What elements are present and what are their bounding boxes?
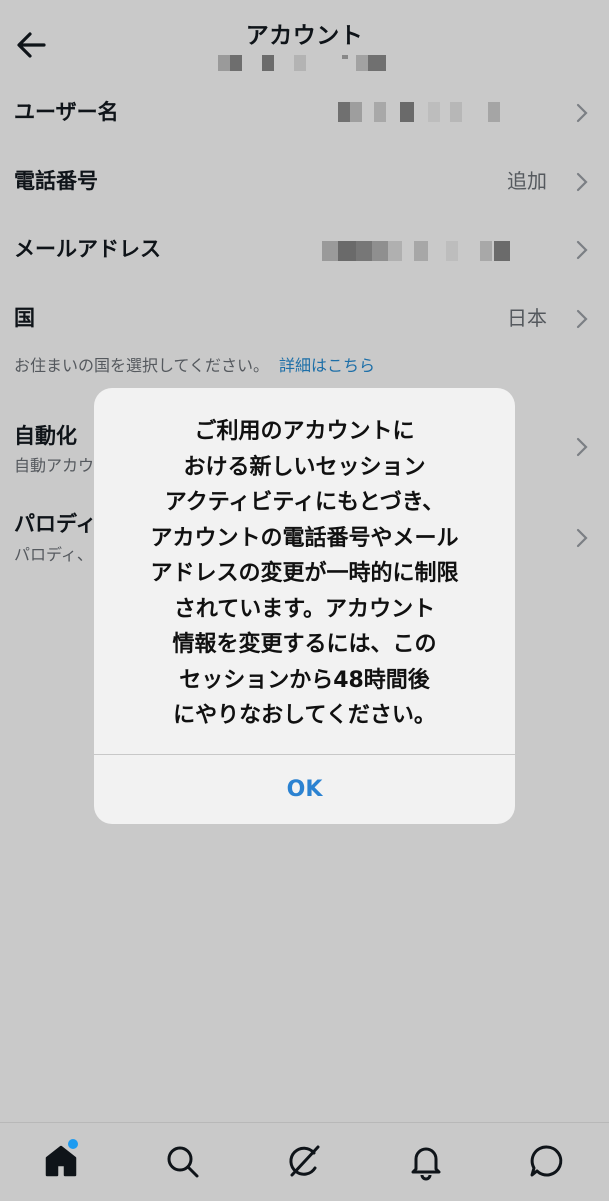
tab-notifications[interactable] xyxy=(406,1141,446,1181)
learn-more-link[interactable]: 詳細はこちら xyxy=(279,356,375,375)
username-redacted xyxy=(218,55,386,71)
dialog-line: 情報を変更するには、この xyxy=(172,632,437,657)
row-label: ユーザー名 xyxy=(14,100,119,124)
tab-grok[interactable] xyxy=(284,1141,324,1181)
dialog-line: アカウントの電話番号やメール xyxy=(150,525,459,551)
page-title: アカウント xyxy=(245,23,364,49)
chevron-right-icon xyxy=(576,103,588,123)
dialog-line: アドレスの変更が一時的に制限 xyxy=(150,561,459,586)
username-value-redacted xyxy=(338,102,500,122)
dialog-line: アクティビティにもとづき、 xyxy=(164,490,445,515)
header: アカウント xyxy=(0,0,609,82)
row-label: 国 xyxy=(14,306,35,330)
alert-dialog: ご利用のアカウントに おける新しいセッション アクティビティにもとづき、 アカウ… xyxy=(94,388,515,824)
parody-sub: パロディ、 xyxy=(14,545,93,564)
chevron-right-icon xyxy=(576,528,588,548)
row-value: 追加 xyxy=(507,169,547,193)
dialog-message: ご利用のアカウントに おける新しいセッション アクティビティにもとづき、 アカウ… xyxy=(114,414,495,734)
country-hint: お住まいの国を選択してください。 詳細はこちら xyxy=(14,352,375,376)
dialog-line: ご利用のアカウントに xyxy=(194,419,415,444)
dialog-line: おける新しいセッション xyxy=(183,454,426,480)
bottom-tab-bar xyxy=(0,1122,609,1201)
automation-sub: 自動アカウ xyxy=(14,456,95,475)
row-phone[interactable]: 電話番号 追加 xyxy=(0,151,609,211)
dialog-line: されています。アカウント xyxy=(173,596,436,622)
tab-messages[interactable] xyxy=(527,1141,567,1181)
tab-search[interactable] xyxy=(162,1141,202,1181)
notification-dot xyxy=(68,1139,78,1149)
bell-icon xyxy=(411,1147,441,1181)
parody-label[interactable]: パロディ xyxy=(14,508,97,538)
row-username[interactable]: ユーザー名 xyxy=(0,82,609,142)
message-icon xyxy=(530,1145,563,1177)
row-country[interactable]: 国 日本 xyxy=(0,288,609,348)
automation-label[interactable]: 自動化 xyxy=(14,420,77,450)
country-hint-text: お住まいの国を選択してください。 xyxy=(14,356,270,375)
dialog-line: にやりなおしてください。 xyxy=(173,703,436,728)
row-value: 日本 xyxy=(507,306,547,330)
dialog-line: セッションから48時間後 xyxy=(179,667,430,693)
chevron-right-icon xyxy=(576,240,588,260)
chevron-right-icon xyxy=(576,172,588,192)
email-value-redacted xyxy=(322,241,510,261)
row-label: 電話番号 xyxy=(14,169,98,193)
chevron-right-icon xyxy=(576,437,588,457)
row-email[interactable]: メールアドレス xyxy=(0,219,609,279)
ok-button[interactable]: OK xyxy=(94,755,515,824)
grok-icon xyxy=(289,1145,320,1177)
chevron-right-icon xyxy=(576,309,588,329)
search-icon xyxy=(167,1146,199,1178)
row-label: メールアドレス xyxy=(14,237,161,261)
